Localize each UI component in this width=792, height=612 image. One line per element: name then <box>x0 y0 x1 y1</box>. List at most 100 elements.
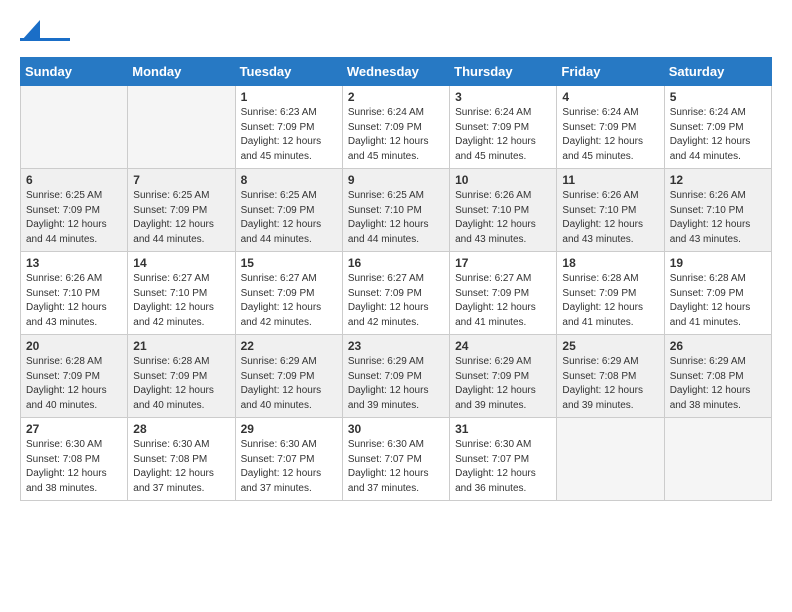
calendar-day-cell <box>664 418 771 501</box>
calendar-day-cell: 20Sunrise: 6:28 AMSunset: 7:09 PMDayligh… <box>21 335 128 418</box>
weekday-header-tuesday: Tuesday <box>235 58 342 86</box>
day-number: 7 <box>133 173 229 187</box>
calendar-day-cell: 28 Sunrise: 6:30 AMSunset: 7:08 PMDayligh… <box>128 418 235 501</box>
calendar-day-cell: 13 Sunrise: 6:26 AMSunset: 7:10 PMDayligh… <box>21 252 128 335</box>
day-number: 11 <box>562 173 658 187</box>
calendar-week-row: 1 Sunrise: 6:23 AMSunset: 7:09 PMDaylight… <box>21 86 772 169</box>
day-number: 8 <box>241 173 337 187</box>
day-number: 9 <box>348 173 444 187</box>
weekday-header-wednesday: Wednesday <box>342 58 449 86</box>
day-info: Sunrise: 6:30 AMSunset: 7:08 PMDaylight:… <box>26 438 122 496</box>
day-number: 12 <box>670 173 766 187</box>
day-number: 18 <box>562 256 658 270</box>
day-number: 21 <box>133 339 229 353</box>
calendar-day-cell: 22 Sunrise: 6:29 AMSunset: 7:09 PMDayligh… <box>235 335 342 418</box>
calendar-day-cell: 15Sunrise: 6:27 AMSunset: 7:09 PMDayligh… <box>235 252 342 335</box>
day-number: 22 <box>241 339 337 353</box>
day-number: 2 <box>348 90 444 104</box>
weekday-header-monday: Monday <box>128 58 235 86</box>
day-number: 13 <box>26 256 122 270</box>
day-info: Sunrise: 6:25 AMSunset: 7:10 PMDaylight:… <box>348 189 444 247</box>
day-info: Sunrise: 6:30 AMSunset: 7:07 PMDaylight:… <box>455 438 551 496</box>
day-number: 10 <box>455 173 551 187</box>
calendar-week-row: 27 Sunrise: 6:30 AMSunset: 7:08 PMDayligh… <box>21 418 772 501</box>
day-info: Sunrise: 6:24 AMSunset: 7:09 PMDaylight:… <box>455 106 551 164</box>
day-info: Sunrise: 6:27 AMSunset: 7:09 PMDaylight:… <box>348 272 444 330</box>
calendar-day-cell: 24Sunrise: 6:29 AMSunset: 7:09 PMDayligh… <box>450 335 557 418</box>
calendar-day-cell: 18 Sunrise: 6:28 AMSunset: 7:09 PMDayligh… <box>557 252 664 335</box>
day-info: Sunrise: 6:26 AMSunset: 7:10 PMDaylight:… <box>562 189 658 247</box>
calendar-day-cell: 30 Sunrise: 6:30 AMSunset: 7:07 PMDayligh… <box>342 418 449 501</box>
day-info: Sunrise: 6:28 AMSunset: 7:09 PMDaylight:… <box>670 272 766 330</box>
calendar-week-row: 6 Sunrise: 6:25 AMSunset: 7:09 PMDaylight… <box>21 169 772 252</box>
day-number: 29 <box>241 422 337 436</box>
day-info: Sunrise: 6:27 AMSunset: 7:09 PMDaylight:… <box>455 272 551 330</box>
day-info: Sunrise: 6:29 AMSunset: 7:08 PMDaylight:… <box>670 355 766 413</box>
calendar-day-cell: 2Sunrise: 6:24 AMSunset: 7:09 PMDaylight… <box>342 86 449 169</box>
day-info: Sunrise: 6:24 AMSunset: 7:09 PMDaylight:… <box>670 106 766 164</box>
day-number: 1 <box>241 90 337 104</box>
logo-triangle-icon <box>22 20 40 40</box>
day-info: Sunrise: 6:29 AMSunset: 7:09 PMDaylight:… <box>241 355 337 413</box>
calendar-day-cell: 10Sunrise: 6:26 AMSunset: 7:10 PMDayligh… <box>450 169 557 252</box>
day-number: 3 <box>455 90 551 104</box>
calendar-day-cell <box>128 86 235 169</box>
calendar-day-cell: 23 Sunrise: 6:29 AMSunset: 7:09 PMDayligh… <box>342 335 449 418</box>
day-number: 4 <box>562 90 658 104</box>
day-info: Sunrise: 6:26 AMSunset: 7:10 PMDaylight:… <box>670 189 766 247</box>
calendar-day-cell: 25Sunrise: 6:29 AMSunset: 7:08 PMDayligh… <box>557 335 664 418</box>
calendar-table: SundayMondayTuesdayWednesdayThursdayFrid… <box>20 57 772 501</box>
day-number: 27 <box>26 422 122 436</box>
calendar-day-cell: 17 Sunrise: 6:27 AMSunset: 7:09 PMDayligh… <box>450 252 557 335</box>
calendar-day-cell: 11 Sunrise: 6:26 AMSunset: 7:10 PMDayligh… <box>557 169 664 252</box>
day-number: 20 <box>26 339 122 353</box>
day-info: Sunrise: 6:30 AMSunset: 7:08 PMDaylight:… <box>133 438 229 496</box>
calendar-day-cell: 9 Sunrise: 6:25 AMSunset: 7:10 PMDaylight… <box>342 169 449 252</box>
day-info: Sunrise: 6:25 AMSunset: 7:09 PMDaylight:… <box>133 189 229 247</box>
day-number: 5 <box>670 90 766 104</box>
day-info: Sunrise: 6:30 AMSunset: 7:07 PMDaylight:… <box>348 438 444 496</box>
calendar-day-cell: 7 Sunrise: 6:25 AMSunset: 7:09 PMDaylight… <box>128 169 235 252</box>
calendar-day-cell: 3 Sunrise: 6:24 AMSunset: 7:09 PMDaylight… <box>450 86 557 169</box>
weekday-header-saturday: Saturday <box>664 58 771 86</box>
calendar-day-cell: 4 Sunrise: 6:24 AMSunset: 7:09 PMDaylight… <box>557 86 664 169</box>
calendar-day-cell: 12 Sunrise: 6:26 AMSunset: 7:10 PMDayligh… <box>664 169 771 252</box>
day-number: 23 <box>348 339 444 353</box>
day-info: Sunrise: 6:28 AMSunset: 7:09 PMDaylight:… <box>562 272 658 330</box>
day-number: 16 <box>348 256 444 270</box>
day-info: Sunrise: 6:30 AMSunset: 7:07 PMDaylight:… <box>241 438 337 496</box>
calendar-day-cell <box>557 418 664 501</box>
day-number: 30 <box>348 422 444 436</box>
day-info: Sunrise: 6:26 AMSunset: 7:10 PMDaylight:… <box>26 272 122 330</box>
calendar-day-cell: 27 Sunrise: 6:30 AMSunset: 7:08 PMDayligh… <box>21 418 128 501</box>
day-info: Sunrise: 6:27 AMSunset: 7:09 PMDaylight:… <box>241 272 337 330</box>
calendar-day-cell: 16 Sunrise: 6:27 AMSunset: 7:09 PMDayligh… <box>342 252 449 335</box>
calendar-day-cell: 31 Sunrise: 6:30 AMSunset: 7:07 PMDayligh… <box>450 418 557 501</box>
calendar-day-cell: 1 Sunrise: 6:23 AMSunset: 7:09 PMDaylight… <box>235 86 342 169</box>
calendar-header-row: SundayMondayTuesdayWednesdayThursdayFrid… <box>21 58 772 86</box>
day-number: 19 <box>670 256 766 270</box>
day-info: Sunrise: 6:28 AMSunset: 7:09 PMDaylight:… <box>133 355 229 413</box>
day-info: Sunrise: 6:23 AMSunset: 7:09 PMDaylight:… <box>241 106 337 164</box>
day-info: Sunrise: 6:29 AMSunset: 7:08 PMDaylight:… <box>562 355 658 413</box>
calendar-day-cell <box>21 86 128 169</box>
day-number: 28 <box>133 422 229 436</box>
day-number: 31 <box>455 422 551 436</box>
calendar-day-cell: 14Sunrise: 6:27 AMSunset: 7:10 PMDayligh… <box>128 252 235 335</box>
calendar-day-cell: 26 Sunrise: 6:29 AMSunset: 7:08 PMDayligh… <box>664 335 771 418</box>
calendar-week-row: 20 Sunrise: 6:28 AMSunset: 7:09 PMDayligh… <box>21 335 772 418</box>
day-info: Sunrise: 6:25 AMSunset: 7:09 PMDaylight:… <box>26 189 122 247</box>
calendar-day-cell: 8Sunrise: 6:25 AMSunset: 7:09 PMDaylight… <box>235 169 342 252</box>
day-number: 17 <box>455 256 551 270</box>
day-number: 24 <box>455 339 551 353</box>
weekday-header-thursday: Thursday <box>450 58 557 86</box>
calendar-week-row: 13 Sunrise: 6:26 AMSunset: 7:10 PMDayligh… <box>21 252 772 335</box>
page-header <box>20 20 772 41</box>
day-number: 26 <box>670 339 766 353</box>
weekday-header-friday: Friday <box>557 58 664 86</box>
weekday-header-sunday: Sunday <box>21 58 128 86</box>
day-info: Sunrise: 6:24 AMSunset: 7:09 PMDaylight:… <box>562 106 658 164</box>
day-info: Sunrise: 6:29 AMSunset: 7:09 PMDaylight:… <box>348 355 444 413</box>
day-number: 6 <box>26 173 122 187</box>
logo <box>20 20 72 41</box>
